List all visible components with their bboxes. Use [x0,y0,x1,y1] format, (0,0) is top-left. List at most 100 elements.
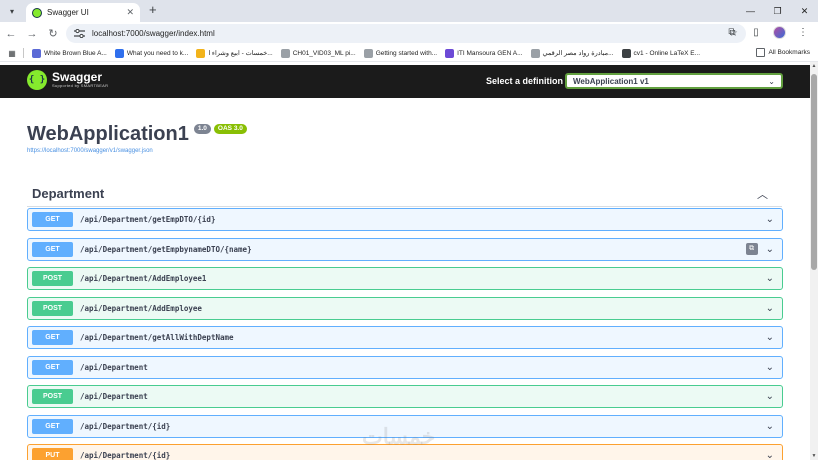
operation-row[interactable]: GET/api/Department/getEmpbynameDTO/{name… [27,237,783,261]
operation-path: /api/Department/getAllWithDeptName [80,333,234,342]
swagger-json-link[interactable]: https://localhost:7000/swagger/v1/swagge… [27,148,247,154]
definition-value: WebApplication1 v1 [573,76,649,86]
operation-row[interactable]: GET/api/Department ⌄ [27,355,783,379]
bookmark-item[interactable]: cv1 - Online LaTeX E... [621,48,701,58]
definition-select[interactable]: WebApplication1 v1 ⌄ [565,73,783,89]
method-badge: GET [32,330,73,345]
folder-icon [756,48,766,57]
swagger-topbar: { } Swagger Supported by SMARTBEAR Selec… [0,65,810,98]
definition-label: Select a definition [486,76,564,86]
all-bookmarks[interactable]: All Bookmarks [756,48,810,57]
bookmark-item[interactable]: CH01_VID03_ML pi... [280,48,356,58]
url-text: localhost:7000/swagger/index.html [92,29,215,38]
chevron-down-icon[interactable]: ⌄ [766,332,774,343]
page-scrollbar[interactable]: ▲ ▼ [810,62,818,460]
scroll-thumb[interactable] [811,74,817,270]
bookmark-label: ITI Mansoura GEN A... [457,49,523,57]
bookmark-favicon-icon [530,48,540,58]
toolbar-actions: ⧉ ▯ ⋮ [725,25,810,39]
site-info-icon[interactable] [74,29,86,39]
version-badge: 1.0 [193,124,211,134]
new-tab-icon[interactable]: + [149,3,157,17]
chevron-down-icon[interactable]: ⌄ [766,214,774,225]
bookmark-label: مبادرة رواد مصر الرقمي... [542,50,614,57]
apps-grid-icon[interactable]: ▦ [5,46,19,60]
chevron-down-icon[interactable]: ⌄ [766,244,774,255]
bookmark-favicon-icon [114,48,124,58]
chevron-down-icon[interactable]: ⌄ [766,362,774,373]
bookmark-label: cv1 - Online LaTeX E... [633,49,701,57]
bookmark-label: White Brown Blue A... [44,49,107,57]
browser-tabstrip: ▾ Swagger UI ✕ + — ❐ ✕ [0,0,818,22]
tab-search-icon[interactable]: ▾ [4,4,20,18]
operation-row[interactable]: POST/api/Department/AddEmployee1 ⌄ [27,267,783,290]
profile-avatar[interactable] [773,25,786,39]
method-badge: PUT [32,448,73,460]
back-icon[interactable]: ← [1,24,21,44]
bookmark-item[interactable]: ITI Mansoura GEN A... [445,48,523,58]
method-badge: GET [32,418,73,434]
chevron-down-icon[interactable]: ⌄ [766,421,774,432]
window-controls: — ❐ ✕ [737,0,818,22]
bookmark-item[interactable]: مبادرة رواد مصر الرقمي... [530,48,614,58]
operation-path: /api/Department/AddEmployee [80,303,202,313]
swagger-logo-icon: { } [27,70,47,90]
bookmark-item[interactable]: Getting started with... [363,48,438,58]
all-bookmarks-label: All Bookmarks [768,49,810,56]
operation-row[interactable]: POST/api/Department ⌄ [27,385,783,408]
more-menu-icon[interactable]: ⋮ [796,25,810,39]
operation-path: /api/Department [80,362,148,372]
operation-row[interactable]: GET/api/Department/getAllWithDeptName ⌄ [27,326,783,349]
reload-icon[interactable]: ↻ [43,24,63,44]
operations-list: GET/api/Department/getEmpDTO/{id} ⌄ GET/ap… [27,208,783,460]
bookmarks-divider [23,48,24,58]
bookmark-label: What you need to k... [126,49,189,57]
extensions-icon[interactable]: ⧉ [725,25,739,39]
swagger-favicon-icon [32,7,42,18]
operation-path: /api/Department/getEmpDTO/{id} [80,215,216,224]
operation-row[interactable]: POST/api/Department/AddEmployee ⌄ [27,296,783,320]
operation-path: /api/Department/AddEmployee1 [80,274,207,283]
bookmark-favicon-icon [280,48,290,58]
api-title: WebApplication1 [27,123,189,145]
bookmarks-bar: ▦ White Brown Blue A... What you need to … [0,45,818,62]
chevron-down-icon[interactable]: ⌄ [766,303,774,314]
swagger-logo[interactable]: { } Swagger Supported by SMARTBEAR [27,70,108,90]
method-badge: GET [32,241,73,257]
swagger-page: { } Swagger Supported by SMARTBEAR Selec… [0,62,818,460]
chevron-up-icon[interactable]: ︿ [757,186,768,202]
scroll-down-icon[interactable]: ▼ [810,452,818,460]
chevron-down-icon[interactable]: ⌄ [766,273,774,284]
chevron-down-icon[interactable]: ⌄ [766,391,774,402]
bookmark-item[interactable]: White Brown Blue A... [32,48,107,58]
operation-path: /api/Department/{id} [80,451,171,460]
oas-badge: OAS 3.0 [213,124,247,134]
tab-title: Swagger UI [47,8,89,17]
method-badge: POST [32,271,73,286]
bookmark-item[interactable]: خمسات - ابيع وشراء ا... [196,48,273,58]
browser-tab[interactable]: Swagger UI ✕ [26,3,140,22]
forward-icon[interactable]: → [22,24,42,44]
chevron-down-icon[interactable]: ⌄ [766,450,774,460]
section-title: Department [32,186,105,201]
close-window-icon[interactable]: ✕ [791,0,818,22]
restore-icon[interactable]: ❐ [764,0,791,22]
method-badge: GET [32,359,73,375]
method-badge: GET [32,212,73,227]
bookmark-favicon-icon [32,48,41,58]
copy-path-icon[interactable]: ⧉ [745,243,758,255]
bookmark-favicon-icon [196,48,206,58]
scroll-up-icon[interactable]: ▲ [810,62,818,70]
address-bar[interactable]: localhost:7000/swagger/index.html ☆ [66,24,746,43]
bookmark-item[interactable]: What you need to k... [114,48,189,58]
sidepanel-icon[interactable]: ▯ [749,25,763,39]
operation-path: /api/Department/getEmpbynameDTO/{name} [80,244,252,254]
api-info: WebApplication1 1.0 OAS 3.0 https://loca… [27,122,247,154]
bookmark-favicon-icon [363,48,373,58]
close-tab-icon[interactable]: ✕ [126,7,134,18]
operation-row[interactable]: GET/api/Department/getEmpDTO/{id} ⌄ [27,208,783,231]
department-section-header[interactable]: Department ︿ [27,181,782,207]
bookmark-label: Getting started with... [375,49,438,57]
bookmark-favicon-icon [621,48,631,58]
minimize-icon[interactable]: — [737,0,764,22]
